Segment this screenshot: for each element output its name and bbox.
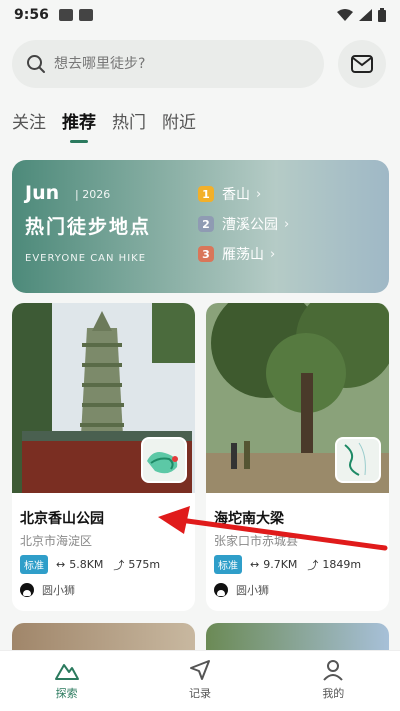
distance-icon: ↔: [56, 558, 66, 571]
search-input[interactable]: [54, 56, 294, 72]
tab-recommend[interactable]: 推荐: [62, 108, 96, 143]
trail-author[interactable]: 圆小狮: [20, 582, 75, 598]
annotation-arrow-icon: [158, 506, 388, 551]
battery-icon: [378, 8, 386, 22]
bottom-navigation: 探索 记录 我的: [0, 650, 400, 711]
author-name: 圆小狮: [236, 584, 269, 597]
hot-hiking-banner[interactable]: Jun | 2026 热门徒步地点 EVERYONE CAN HIKE 1 香山…: [12, 160, 389, 293]
trail-card-peek[interactable]: [12, 623, 195, 653]
trail-distance: 5.8KM: [69, 558, 104, 571]
mail-icon: [351, 55, 373, 73]
trail-card[interactable]: 北京香山公园 北京市海淀区 标准 ↔ 5.8KM ⤴ 575m 圆小狮: [12, 303, 195, 611]
route-map-thumbnail: [335, 437, 381, 483]
nav-explore[interactable]: 探索: [27, 659, 107, 701]
nav-record[interactable]: 记录: [160, 659, 240, 701]
rank-name: 雁荡山: [222, 247, 264, 263]
nav-label: 我的: [322, 687, 345, 700]
trail-stats: 标准 ↔ 5.8KM ⤴ 575m: [20, 555, 160, 574]
nav-profile[interactable]: 我的: [293, 659, 373, 701]
app-notification-icon: [78, 9, 93, 21]
rank-item-2[interactable]: 2 漕溪公园 ›: [198, 214, 289, 234]
banner-headline: 热门徒步地点: [25, 216, 152, 238]
chevron-right-icon: ›: [270, 246, 276, 262]
trail-name: 北京香山公园: [20, 511, 104, 527]
search-icon: [27, 55, 45, 73]
chevron-right-icon: ›: [256, 186, 262, 202]
rank-name: 香山: [222, 187, 250, 203]
elevation-icon: ⤴: [113, 558, 125, 572]
route-map-thumbnail: [141, 437, 187, 483]
rank-item-3[interactable]: 3 雁荡山 ›: [198, 244, 275, 264]
author-name: 圆小狮: [42, 584, 75, 597]
avatar: [214, 583, 228, 597]
rank-item-1[interactable]: 1 香山 ›: [198, 184, 261, 204]
rank-number: 2: [198, 216, 214, 232]
banner-month: Jun: [25, 182, 60, 204]
messages-button[interactable]: [338, 40, 386, 88]
feed-tabs: 关注 推荐 热门 附近: [12, 108, 196, 143]
nav-label: 记录: [188, 687, 211, 700]
search-bar[interactable]: [12, 40, 324, 88]
mountain-icon: [54, 664, 79, 680]
tab-nearby[interactable]: 附近: [162, 108, 196, 143]
trail-author[interactable]: 圆小狮: [214, 582, 269, 598]
rank-name: 漕溪公园: [222, 217, 278, 233]
avatar: [20, 583, 34, 597]
chevron-right-icon: ›: [284, 216, 290, 232]
nav-label: 探索: [55, 687, 78, 700]
image-notification-icon: [58, 9, 73, 21]
status-time: 9:56: [14, 7, 49, 23]
status-bar: 9:56: [0, 0, 400, 30]
navigation-arrow-icon: [189, 660, 210, 680]
signal-icon: [359, 9, 372, 21]
tab-popular[interactable]: 热门: [112, 108, 146, 143]
banner-year: | 2026: [75, 188, 111, 201]
difficulty-badge: 标准: [20, 555, 48, 574]
rank-number: 1: [198, 186, 214, 202]
tab-follow[interactable]: 关注: [12, 108, 46, 143]
trail-location: 北京市海淀区: [20, 534, 93, 548]
banner-subtitle: EVERYONE CAN HIKE: [25, 253, 147, 264]
rank-number: 3: [198, 246, 214, 262]
trail-card-peek[interactable]: [206, 623, 389, 653]
user-icon: [323, 660, 344, 681]
wifi-icon: [337, 9, 353, 21]
trail-card[interactable]: 海坨南大梁 张家口市赤城县 标准 ↔ 9.7KM ⤴ 1849m 圆小狮: [206, 303, 389, 611]
